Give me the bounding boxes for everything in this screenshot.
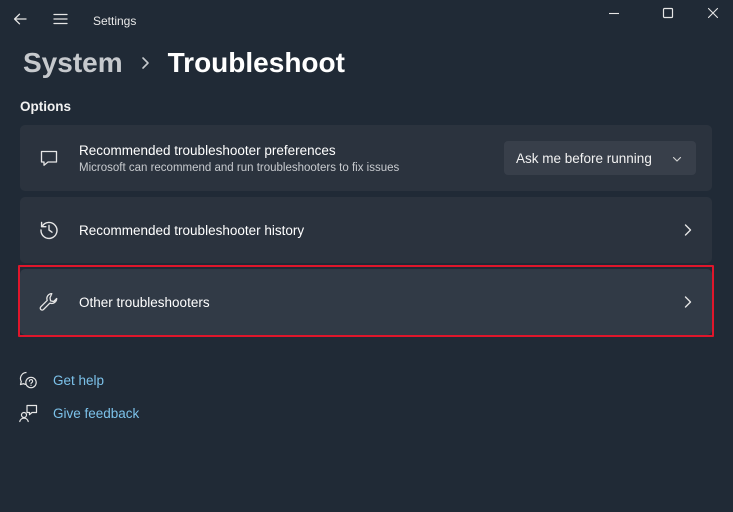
maximize-button[interactable] — [648, 0, 688, 30]
back-button[interactable] — [0, 6, 40, 36]
wrench-icon — [38, 291, 60, 313]
card-text: Recommended troubleshooter history — [79, 223, 304, 238]
dropdown-value: Ask me before running — [516, 150, 652, 166]
troubleshooter-preference-dropdown[interactable]: Ask me before running — [504, 141, 696, 175]
breadcrumb-parent[interactable]: System — [23, 47, 123, 79]
close-icon — [707, 6, 719, 24]
give-feedback-label: Give feedback — [53, 405, 140, 421]
minimize-icon — [608, 6, 620, 24]
breadcrumb-chevron-icon — [141, 56, 150, 70]
give-feedback-link[interactable]: Give feedback — [18, 402, 139, 424]
card-title: Other troubleshooters — [79, 294, 210, 310]
get-help-label: Get help — [53, 372, 105, 388]
page-title: Troubleshoot — [167, 47, 345, 78]
get-help-link[interactable]: Get help — [18, 369, 104, 391]
card-text: Recommended troubleshooter preferences M… — [79, 143, 399, 174]
history-icon — [38, 219, 60, 241]
troubleshooter-history-card[interactable]: Recommended troubleshooter history — [20, 197, 712, 263]
feedback-icon — [18, 403, 38, 423]
other-troubleshooters-card[interactable]: Other troubleshooters — [20, 269, 712, 335]
breadcrumb: System Troubleshoot — [23, 44, 345, 82]
chevron-down-icon — [672, 152, 682, 167]
chevron-right-icon — [682, 223, 694, 237]
troubleshooter-preferences-card: Recommended troubleshooter preferences M… — [20, 125, 712, 191]
title-bar: Settings — [0, 0, 733, 42]
chevron-right-icon — [682, 295, 694, 309]
menu-button[interactable] — [40, 6, 80, 36]
maximize-icon — [662, 6, 674, 24]
chat-bubble-icon — [38, 147, 60, 169]
minimize-button[interactable] — [594, 0, 634, 30]
window-title: Settings — [93, 14, 137, 28]
card-text: Other troubleshooters — [79, 295, 210, 310]
back-arrow-icon — [13, 12, 27, 30]
close-button[interactable] — [693, 0, 733, 30]
card-title: Recommended troubleshooter history — [79, 222, 305, 238]
card-subtitle: Microsoft can recommend and run troubles… — [79, 161, 400, 174]
section-label: Options — [20, 99, 71, 114]
hamburger-icon — [52, 12, 68, 30]
help-icon — [18, 370, 38, 390]
card-title: Recommended troubleshooter preferences — [79, 142, 336, 158]
